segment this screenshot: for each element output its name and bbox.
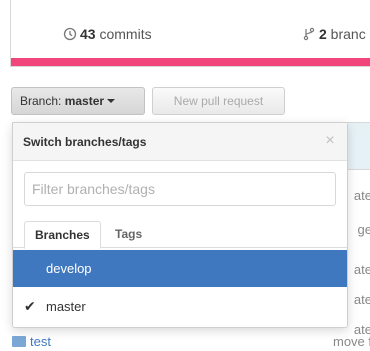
commits-label: commits [95, 26, 152, 42]
commit-message-fragment: ate [353, 292, 370, 307]
commit-message-fragment: ate [353, 188, 370, 203]
folder-icon [12, 336, 26, 347]
checkmark-icon: ✔ [24, 298, 36, 314]
tab-tags[interactable]: Tags [105, 221, 152, 249]
branches-count: 2 [319, 26, 327, 42]
branch-select-button[interactable]: Branch: master [11, 87, 145, 115]
caret-down-icon [107, 99, 116, 103]
filter-branches-input[interactable] [24, 172, 336, 206]
commits-count: 43 [80, 26, 96, 42]
branches-label: branc [326, 26, 366, 42]
folder-name[interactable]: test [30, 334, 51, 349]
commit-message-fragment: ate [353, 262, 370, 277]
commits-stat[interactable]: 43 commits [63, 26, 152, 42]
commit-message-fragment: move f [332, 334, 370, 349]
branches-stat[interactable]: 2 branc [302, 26, 366, 42]
tab-branches[interactable]: Branches [24, 221, 101, 249]
new-pull-request-button[interactable]: New pull request [152, 87, 285, 115]
close-icon[interactable]: × [323, 133, 337, 149]
dropdown-title: Switch branches/tags [13, 123, 347, 161]
branch-prefix: Branch: [20, 94, 65, 108]
branch-item-label: master [46, 299, 86, 314]
history-icon [63, 27, 77, 41]
branch-item-master[interactable]: ✔ master [13, 288, 347, 325]
language-bar [11, 58, 370, 66]
branch-item-label: develop [46, 261, 92, 276]
file-row-test[interactable]: test move f [12, 334, 370, 351]
branch-item-develop[interactable]: develop [13, 250, 347, 287]
repo-stats-bar: 43 commits 2 branc [10, 0, 370, 67]
branch-name: master [64, 94, 105, 108]
dropdown-tabs: Branches Tags [13, 221, 347, 249]
branch-icon [302, 27, 316, 41]
commit-message-fragment: ge [357, 222, 370, 237]
branch-switcher-dropdown: Switch branches/tags × Branches Tags dev… [12, 122, 348, 328]
